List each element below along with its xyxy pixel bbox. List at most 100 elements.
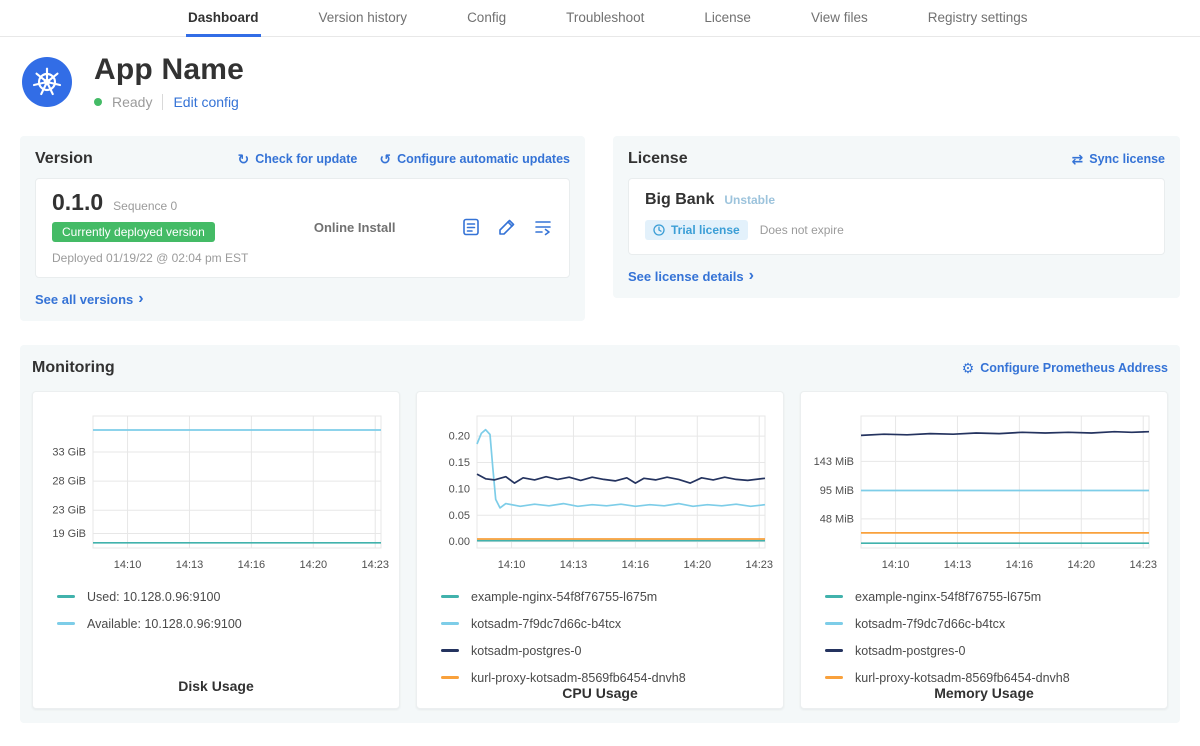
- legend-item: kotsadm-postgres-0: [441, 644, 773, 658]
- legend-label: example-nginx-54f8f76755-l675m: [471, 590, 657, 604]
- page-title: App Name: [94, 53, 244, 87]
- kubernetes-logo-icon: [22, 57, 72, 107]
- version-sequence: Sequence 0: [113, 199, 177, 213]
- svg-text:14:20: 14:20: [684, 559, 712, 571]
- svg-text:0.05: 0.05: [449, 509, 470, 521]
- svg-text:95 MiB: 95 MiB: [820, 484, 854, 496]
- svg-text:14:16: 14:16: [622, 559, 650, 571]
- edit-config-link[interactable]: Edit config: [173, 94, 238, 110]
- legend-color-dash: [825, 595, 843, 598]
- svg-text:33 GiB: 33 GiB: [52, 446, 86, 458]
- see-license-details-link[interactable]: See license details ›: [628, 268, 754, 284]
- top-nav: Dashboard Version history Config Trouble…: [0, 0, 1200, 37]
- install-type-label: Online Install: [314, 220, 396, 235]
- cards-row: Version ↻ Check for update ↺ Configure a…: [0, 110, 1200, 321]
- memory-usage-chart-card: 14:1014:1314:1614:2014:23143 MiB95 MiB48…: [800, 391, 1168, 709]
- legend-item: example-nginx-54f8f76755-l675m: [825, 590, 1157, 604]
- tab-registry-settings[interactable]: Registry settings: [926, 0, 1030, 37]
- legend-color-dash: [57, 595, 75, 598]
- refresh-icon: ↻: [237, 152, 249, 166]
- legend-color-dash: [441, 676, 459, 679]
- cpu-usage-legend: example-nginx-54f8f76755-l675mkotsadm-7f…: [427, 590, 773, 685]
- trial-license-badge: Trial license: [645, 220, 748, 240]
- svg-text:14:13: 14:13: [176, 559, 204, 571]
- legend-color-dash: [825, 676, 843, 679]
- legend-label: example-nginx-54f8f76755-l675m: [855, 590, 1041, 604]
- svg-text:0.10: 0.10: [449, 483, 470, 495]
- edit-preflight-icon[interactable]: [497, 217, 517, 237]
- sync-license-button[interactable]: ⇄ Sync license: [1072, 152, 1165, 166]
- svg-text:0.20: 0.20: [449, 430, 470, 442]
- legend-color-dash: [441, 595, 459, 598]
- version-number: 0.1.0: [52, 189, 103, 216]
- legend-label: Available: 10.128.0.96:9100: [87, 617, 242, 631]
- svg-text:14:16: 14:16: [238, 559, 266, 571]
- svg-text:14:13: 14:13: [560, 559, 588, 571]
- legend-color-dash: [441, 622, 459, 625]
- memory-usage-plot: 14:1014:1314:1614:2014:23143 MiB95 MiB48…: [811, 406, 1157, 576]
- tab-license[interactable]: License: [702, 0, 753, 37]
- svg-text:14:23: 14:23: [745, 559, 773, 571]
- divider: [162, 94, 163, 110]
- version-actions: [461, 217, 553, 237]
- tab-version-history[interactable]: Version history: [317, 0, 410, 37]
- chevron-right-icon: ›: [749, 268, 754, 284]
- svg-text:0.15: 0.15: [449, 456, 470, 468]
- disk-usage-title: Disk Usage: [43, 678, 389, 696]
- legend-item: kotsadm-7f9dc7d66c-b4tcx: [825, 617, 1157, 631]
- deploy-logs-icon[interactable]: [533, 217, 553, 237]
- tab-troubleshoot[interactable]: Troubleshoot: [564, 0, 646, 37]
- svg-text:48 MiB: 48 MiB: [820, 513, 854, 525]
- release-notes-icon[interactable]: [461, 217, 481, 237]
- svg-text:14:13: 14:13: [944, 559, 972, 571]
- legend-item: kotsadm-postgres-0: [825, 644, 1157, 658]
- svg-text:19 GiB: 19 GiB: [52, 527, 86, 539]
- svg-text:14:20: 14:20: [1068, 559, 1096, 571]
- clock-icon: [653, 224, 665, 236]
- legend-label: Used: 10.128.0.96:9100: [87, 590, 220, 604]
- legend-label: kurl-proxy-kotsadm-8569fb6454-dnvh8: [471, 671, 686, 685]
- legend-label: kotsadm-7f9dc7d66c-b4tcx: [855, 617, 1005, 631]
- tab-config[interactable]: Config: [465, 0, 508, 37]
- svg-text:14:10: 14:10: [882, 559, 910, 571]
- deployed-version-badge: Currently deployed version: [52, 222, 215, 242]
- legend-color-dash: [825, 649, 843, 652]
- license-channel: Unstable: [724, 193, 775, 207]
- configure-prometheus-button[interactable]: ⚙ Configure Prometheus Address: [962, 361, 1168, 375]
- status-text: Ready: [112, 94, 152, 110]
- memory-usage-title: Memory Usage: [811, 685, 1157, 703]
- disk-usage-plot: 14:1014:1314:1614:2014:2333 GiB28 GiB23 …: [43, 406, 389, 576]
- svg-text:143 MiB: 143 MiB: [814, 455, 854, 467]
- legend-item: example-nginx-54f8f76755-l675m: [441, 590, 773, 604]
- tab-view-files[interactable]: View files: [809, 0, 870, 37]
- see-all-versions-link[interactable]: See all versions ›: [35, 291, 144, 307]
- legend-item: kurl-proxy-kotsadm-8569fb6454-dnvh8: [825, 671, 1157, 685]
- svg-text:14:20: 14:20: [300, 559, 328, 571]
- legend-color-dash: [825, 622, 843, 625]
- legend-item: Used: 10.128.0.96:9100: [57, 590, 389, 604]
- configure-automatic-updates-button[interactable]: ↺ Configure automatic updates: [379, 152, 570, 166]
- license-expiry: Does not expire: [760, 223, 844, 237]
- svg-text:14:10: 14:10: [114, 559, 142, 571]
- svg-text:14:23: 14:23: [361, 559, 389, 571]
- license-card: License ⇄ Sync license Big Bank Unstable…: [613, 136, 1180, 298]
- license-customer-name: Big Bank: [645, 191, 714, 209]
- legend-label: kotsadm-postgres-0: [855, 644, 965, 658]
- auto-update-icon: ↺: [379, 152, 391, 166]
- license-details-box: Big Bank Unstable Trial license Does not…: [628, 178, 1165, 255]
- monitoring-section: Monitoring ⚙ Configure Prometheus Addres…: [20, 345, 1180, 723]
- sync-icon: ⇄: [1072, 152, 1084, 166]
- cpu-usage-chart-card: 14:10 14:13 14:16 14:20 14:23 0.20 0.15 0.10 0.0…: [416, 391, 784, 709]
- license-card-title: License: [628, 150, 688, 168]
- svg-text:14:23: 14:23: [1129, 559, 1157, 571]
- legend-item: kurl-proxy-kotsadm-8569fb6454-dnvh8: [441, 671, 773, 685]
- legend-label: kotsadm-postgres-0: [471, 644, 581, 658]
- app-status-row: Ready Edit config: [94, 94, 244, 110]
- svg-text:14:10: 14:10: [498, 559, 526, 571]
- legend-color-dash: [57, 622, 75, 625]
- tab-dashboard[interactable]: Dashboard: [186, 0, 261, 37]
- cpu-usage-title: CPU Usage: [427, 685, 773, 703]
- check-for-update-button[interactable]: ↻ Check for update: [237, 152, 357, 166]
- svg-text:0.00: 0.00: [449, 536, 470, 548]
- legend-color-dash: [441, 649, 459, 652]
